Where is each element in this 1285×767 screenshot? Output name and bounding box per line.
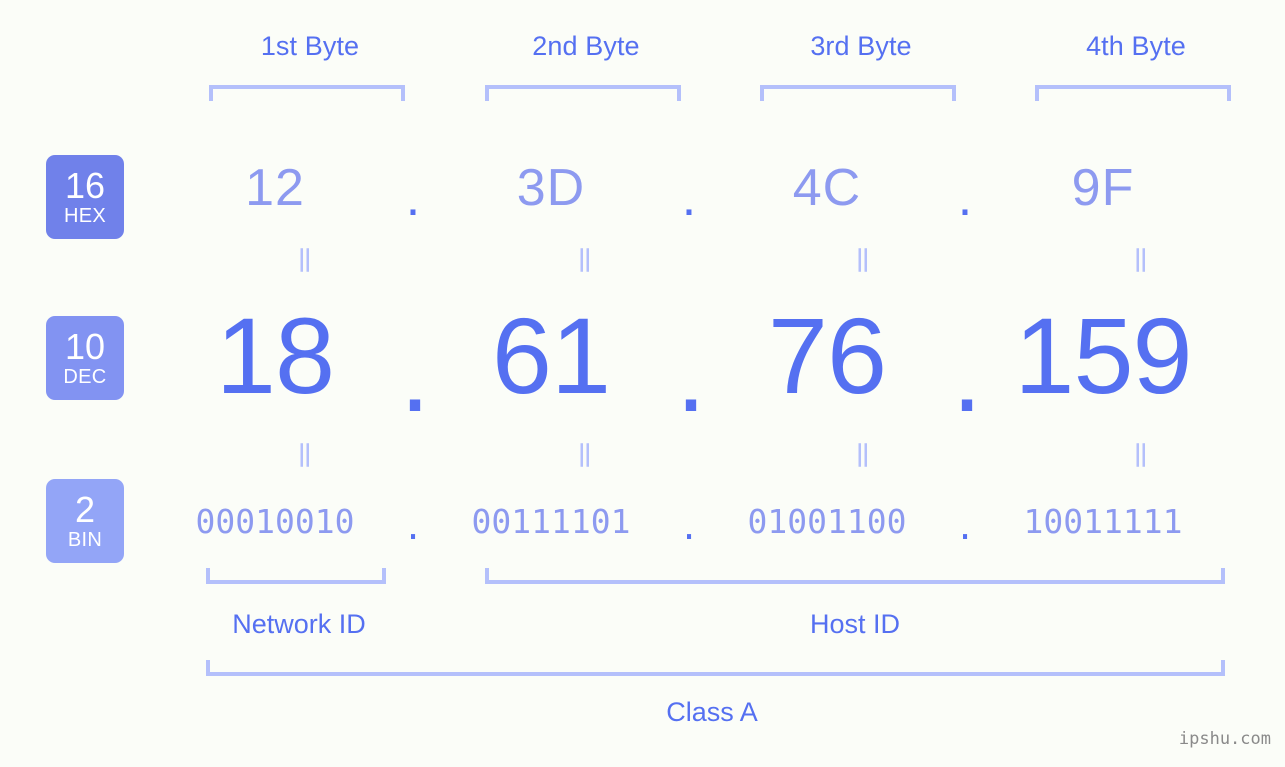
equality-mark-hex-dec-2: = xyxy=(567,244,603,276)
host-id-label: Host ID xyxy=(809,609,901,639)
base-badge-bin-number: 2 xyxy=(74,489,96,530)
bin-separator-2: . xyxy=(679,507,699,547)
hex-byte-1: 12 xyxy=(245,159,305,217)
equality-mark-hex-dec-3: = xyxy=(845,244,881,276)
dec-separator-2: . xyxy=(676,312,707,434)
base-badge-hex-name: HEX xyxy=(63,205,107,227)
class-bracket xyxy=(206,660,1225,676)
network-id-bracket xyxy=(206,568,386,584)
base-badge-bin: 2 BIN xyxy=(46,479,124,563)
base-badge-dec-number: 10 xyxy=(64,326,106,367)
hex-value-row: 12 . 3D . 4C . 9F xyxy=(150,150,1250,227)
hex-byte-4: 9F xyxy=(1071,159,1135,217)
byte-bracket-3 xyxy=(760,85,956,101)
dec-separator-3: . xyxy=(952,312,983,434)
hex-byte-3: 4C xyxy=(792,159,862,217)
byte-header-label-1: 1st Byte xyxy=(260,31,360,61)
bin-byte-1: 00010010 xyxy=(195,501,355,541)
byte-header-label-3: 3rd Byte xyxy=(810,31,912,61)
hex-byte-2: 3D xyxy=(516,159,586,217)
byte-header-label-2: 2nd Byte xyxy=(532,31,640,61)
base-badge-hex: 16 HEX xyxy=(46,155,124,239)
equality-mark-hex-dec-4: = xyxy=(1123,244,1159,276)
base-badge-hex-number: 16 xyxy=(64,165,106,206)
bin-separator-3: . xyxy=(955,507,975,547)
network-id-label: Network ID xyxy=(232,609,366,639)
base-badge-dec-name: DEC xyxy=(63,366,107,388)
byte-bracket-4 xyxy=(1035,85,1231,101)
hex-separator-2: . xyxy=(681,169,697,227)
ip-address-breakdown-diagram: 1st Byte 2nd Byte 3rd Byte 4th Byte 16 H… xyxy=(0,0,1285,767)
equality-mark-dec-bin-1: = xyxy=(287,439,323,471)
base-badge-bin-name: BIN xyxy=(67,529,103,551)
bin-byte-2: 00111101 xyxy=(471,501,631,541)
bin-byte-3: 01001100 xyxy=(747,501,907,541)
byte-bracket-1 xyxy=(209,85,405,101)
class-label: Class A xyxy=(666,697,758,727)
dec-byte-4: 159 xyxy=(1014,294,1192,416)
host-id-bracket xyxy=(485,568,1225,584)
dec-separator-1: . xyxy=(400,312,431,434)
base-badge-dec: 10 DEC xyxy=(46,316,124,400)
equality-mark-dec-bin-4: = xyxy=(1123,439,1159,471)
site-watermark: ipshu.com xyxy=(1178,729,1271,749)
byte-header-label-4: 4th Byte xyxy=(1086,31,1186,61)
equality-mark-dec-bin-3: = xyxy=(845,439,881,471)
dec-byte-3: 76 xyxy=(767,294,887,416)
bin-byte-4: 10011111 xyxy=(1023,501,1183,541)
bin-separator-1: . xyxy=(403,507,423,547)
dec-byte-1: 18 xyxy=(215,294,335,416)
equality-mark-hex-dec-1: = xyxy=(287,244,323,276)
equality-mark-dec-bin-2: = xyxy=(567,439,603,471)
binary-value-row: 00010010 . 00111101 . 01001100 . 1001111… xyxy=(150,492,1250,550)
byte-bracket-2 xyxy=(485,85,681,101)
hex-separator-3: . xyxy=(957,169,973,227)
dec-byte-2: 61 xyxy=(491,294,611,416)
decimal-value-row: 18 . 61 . 76 . 159 xyxy=(150,290,1250,434)
hex-separator-1: . xyxy=(405,169,421,227)
